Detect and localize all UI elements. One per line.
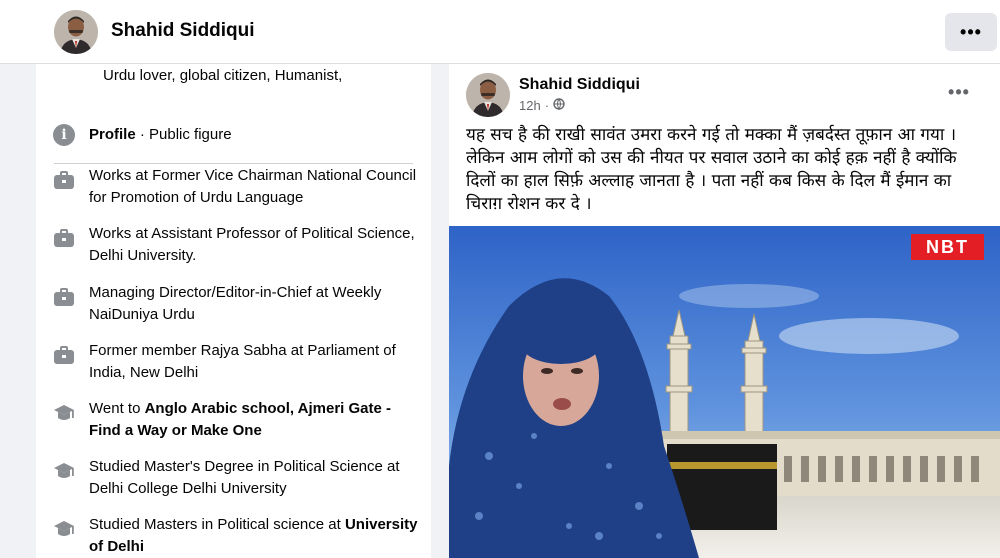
meta-separator: · [544, 98, 550, 113]
post-meta: 12h · [519, 98, 565, 113]
more-options-button[interactable]: ••• [945, 13, 997, 51]
intro-item-label: Studied Masters in Political science at [89, 516, 345, 533]
nbt-watermark: NBT [911, 234, 984, 260]
mecca-photo [449, 226, 1000, 558]
post-image[interactable]: NBT [449, 226, 1000, 558]
profile-name[interactable]: Shahid Siddiqui [111, 20, 255, 42]
intro-item-label: Former member Rajya Sabha at Parliament … [89, 342, 396, 381]
briefcase-icon [53, 286, 75, 308]
profile-header-bar: Shahid Siddiqui ••• [0, 0, 1000, 64]
intro-item-label: Managing Director/Editor-in-Chief at Wee… [89, 284, 382, 323]
briefcase-icon [53, 227, 75, 249]
post-timestamp[interactable]: 12h [519, 98, 541, 113]
header-avatar[interactable] [54, 10, 98, 54]
intro-item-label: Studied Master's Degree in Political Sci… [89, 458, 400, 497]
globe-icon[interactable] [553, 98, 565, 113]
graduation-cap-icon [53, 460, 75, 482]
intro-divider [54, 163, 413, 164]
graduation-cap-icon [53, 402, 75, 424]
post-options-button[interactable]: ••• [946, 82, 972, 102]
intro-item-label: Works at Assistant Professor of Politica… [89, 225, 415, 264]
post-author-name[interactable]: Shahid Siddiqui [519, 76, 640, 94]
info-icon: i [53, 124, 75, 146]
avatar-portrait-icon [466, 73, 510, 117]
intro-item-label: Went to [89, 400, 145, 417]
intro-card: Urdu lover, global citizen, Humanist, i … [36, 64, 431, 558]
intro-item-label: · Public figure [135, 126, 232, 143]
avatar-portrait-icon [54, 10, 98, 54]
post-author-avatar[interactable] [466, 73, 510, 117]
graduation-cap-icon [53, 518, 75, 540]
briefcase-icon [53, 169, 75, 191]
intro-item-label: Works at Former Vice Chairman National C… [89, 167, 417, 206]
intro-bio: Urdu lover, global citizen, Humanist, [103, 67, 343, 84]
intro-item-bold[interactable]: Profile [89, 126, 136, 143]
post-card: Shahid Siddiqui 12h · ••• यह सच है की रा… [449, 64, 1000, 558]
post-text: यह सच है की राखी सावंत उमरा करने गई तो म… [466, 125, 957, 214]
briefcase-icon [53, 344, 75, 366]
